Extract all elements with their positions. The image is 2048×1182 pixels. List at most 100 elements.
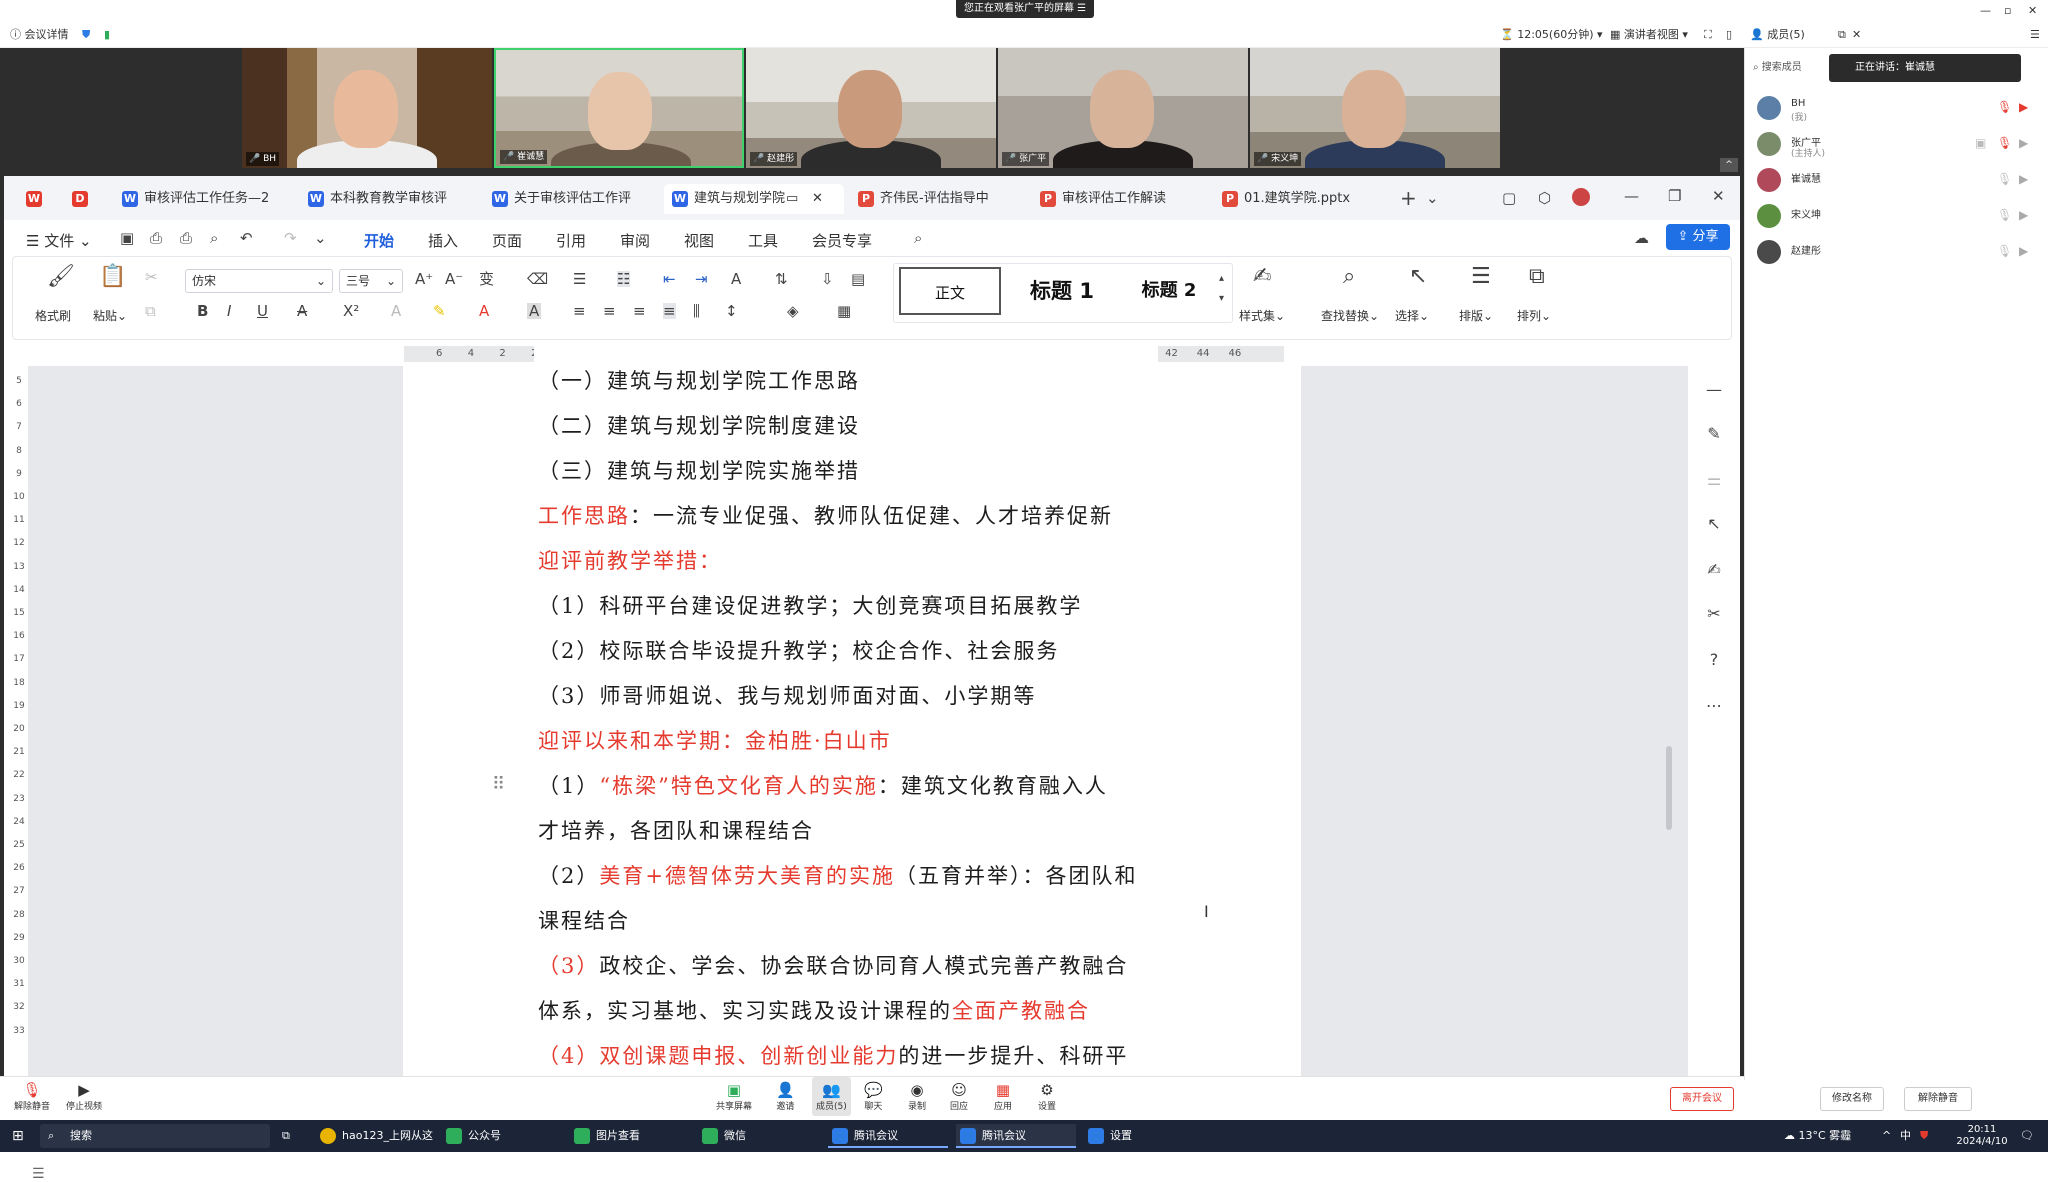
mic-muted-icon[interactable]: 🎙: [1997, 136, 2012, 150]
menu-page[interactable]: 页面: [492, 230, 522, 251]
share-screen-button[interactable]: ▣ 共享屏幕: [716, 1081, 752, 1112]
tools-icon[interactable]: ✂: [1704, 604, 1724, 624]
menu-review[interactable]: 审阅: [620, 230, 650, 251]
undo-icon[interactable]: ↶: [240, 230, 253, 246]
shrink-font-icon[interactable]: A⁻: [445, 271, 463, 287]
video-tile-zhaojiantong[interactable]: 🎤 赵建彤: [746, 48, 996, 168]
justify-icon[interactable]: ≡: [663, 303, 676, 319]
document-page[interactable]: （一）建筑与规划学院工作思路 （二）建筑与规划学院制度建设 （三）建筑与规划学院…: [403, 366, 1301, 1076]
select-cursor-icon[interactable]: ↖: [1409, 266, 1427, 288]
export-icon[interactable]: ⎙: [150, 230, 162, 246]
cut-icon[interactable]: ✂: [145, 269, 158, 285]
taskbar-app-tencent-meeting[interactable]: 腾讯会议: [828, 1124, 948, 1148]
menu-icon[interactable]: ☰: [2030, 28, 2040, 42]
member-item[interactable]: 崔诚慧 🎙 ▶: [1757, 164, 2037, 198]
video-tile-bh[interactable]: 🎤 BH: [242, 48, 492, 168]
more-icon[interactable]: ⋯: [1704, 696, 1724, 716]
mic-icon[interactable]: 🎙: [1997, 244, 2012, 258]
close-panel-icon[interactable]: ✕: [1852, 28, 1861, 42]
taskbar-app-chrome[interactable]: hao123_上网从这...: [316, 1124, 434, 1148]
border-icon[interactable]: ▦: [837, 303, 851, 319]
tab-doc-1[interactable]: W 审核评估工作任务—2: [114, 184, 290, 214]
chevron-down-icon[interactable]: ⌄: [1426, 190, 1439, 206]
task-view-icon[interactable]: ⧉: [282, 1124, 290, 1148]
save-icon[interactable]: ▣: [120, 230, 134, 246]
stop-video-button[interactable]: ▶ 停止视频: [66, 1081, 102, 1112]
record-button[interactable]: ◉ 录制: [908, 1081, 926, 1112]
paste-icon[interactable]: 📋: [99, 266, 126, 288]
camera-icon[interactable]: ▶: [2019, 208, 2028, 222]
signal-icon[interactable]: ▮: [104, 28, 110, 42]
tab-ppt-1[interactable]: P 齐伟民-评估指导中: [850, 184, 1006, 214]
taskbar-app-tencent-meeting-2[interactable]: 腾讯会议: [956, 1124, 1076, 1148]
camera-icon[interactable]: ▶: [2019, 244, 2028, 258]
nav-pane-icon[interactable]: ☰: [32, 1166, 45, 1182]
taskbar-search[interactable]: ⌕ 搜索: [40, 1124, 270, 1148]
member-item[interactable]: 赵建彤 🎙 ▶: [1757, 236, 2037, 270]
mic-icon[interactable]: 🎙: [1997, 208, 2012, 222]
pen-icon[interactable]: ✎: [1704, 424, 1724, 444]
bullet-list-icon[interactable]: ☰: [573, 271, 586, 287]
settings-button[interactable]: ⚙ 设置: [1038, 1081, 1056, 1112]
bold-icon[interactable]: B: [197, 303, 208, 319]
minimize-window-icon[interactable]: —: [1980, 4, 1991, 18]
file-menu[interactable]: ☰ 文件 ⌄: [26, 230, 92, 251]
find-replace-icon[interactable]: ⌕: [1343, 266, 1355, 288]
sidebar-toggle-icon[interactable]: ▯: [1726, 28, 1732, 42]
clear-format-icon[interactable]: ⌫: [527, 271, 548, 287]
strikethrough-icon[interactable]: A: [297, 303, 307, 319]
invite-button[interactable]: 👤 邀请: [776, 1081, 795, 1112]
close-icon[interactable]: ✕: [1712, 188, 1725, 204]
close-tab-icon[interactable]: ✕: [812, 184, 823, 214]
search-icon[interactable]: ⌕: [914, 230, 922, 246]
tab-ppt-3[interactable]: P 01.建筑学院.pptx: [1214, 184, 1384, 214]
align-right-icon[interactable]: ≡: [633, 303, 646, 319]
camera-icon[interactable]: ▶: [2019, 100, 2028, 114]
print-preview-icon[interactable]: ⌕: [210, 230, 218, 246]
shading-icon[interactable]: ◈: [787, 303, 799, 319]
reply-button[interactable]: ☺ 回应: [950, 1081, 968, 1112]
tab-doc-3[interactable]: W 关于审核评估工作评: [484, 184, 660, 214]
menu-home[interactable]: 开始: [364, 230, 395, 259]
cloud-icon[interactable]: ☁: [1634, 230, 1649, 246]
layout-button[interactable]: 排版⌄: [1459, 307, 1493, 324]
print-icon[interactable]: ⎙: [180, 230, 192, 246]
windows-start-icon[interactable]: ⊞: [12, 1124, 24, 1148]
notification-icon[interactable]: 🗨: [2020, 1124, 2034, 1148]
antivirus-icon[interactable]: ⛊: [1920, 1124, 1928, 1148]
style-normal[interactable]: 正文: [899, 267, 1001, 315]
collapse-icon[interactable]: —: [1704, 380, 1724, 400]
align-left-icon[interactable]: ≡: [573, 303, 586, 319]
pointer-icon[interactable]: ↖: [1704, 514, 1724, 534]
sort-icon[interactable]: ⇅: [775, 271, 788, 287]
format-painter-icon[interactable]: 🖌: [47, 266, 75, 288]
menu-member[interactable]: 会员专享: [812, 230, 872, 251]
select-button[interactable]: 选择⌄: [1395, 307, 1429, 324]
paragraph-icon[interactable]: ⇩: [821, 271, 834, 287]
mic-muted-icon[interactable]: 🎙: [1997, 100, 2012, 114]
drag-handle-icon[interactable]: ⠿: [492, 774, 505, 795]
taskbar-app-wechat-oa[interactable]: 公众号: [442, 1124, 562, 1148]
menu-reference[interactable]: 引用: [556, 230, 586, 251]
camera-icon[interactable]: ▶: [2019, 172, 2028, 186]
underline-icon[interactable]: U: [257, 303, 268, 319]
find-replace-button[interactable]: 查找替换⌄: [1321, 307, 1379, 324]
member-item[interactable]: 宋义坤 🎙 ▶: [1757, 200, 2037, 234]
italic-icon[interactable]: I: [227, 303, 231, 319]
rename-button[interactable]: 修改名称: [1820, 1087, 1884, 1111]
window-list-icon[interactable]: ▢: [1502, 190, 1516, 206]
fullscreen-icon[interactable]: ⛶: [1704, 28, 1712, 42]
style-heading-1[interactable]: 标题 1: [1009, 267, 1115, 315]
vertical-ruler[interactable]: 5 6 7 8 9 10 11 12 13 14 15 16 17 18 19 20 21 22 23 24 25 26 2…: [12, 366, 26, 1076]
wps-logo-icon[interactable]: W: [12, 184, 56, 214]
style-heading-2[interactable]: 标题 2: [1121, 267, 1217, 315]
share-button[interactable]: ⇪ 分享: [1666, 224, 1730, 250]
timer[interactable]: ⏳ 12:05(60分钟) ▾: [1500, 28, 1603, 42]
char-shading-icon[interactable]: A: [527, 303, 542, 319]
taskbar-app-photos[interactable]: 图片查看: [570, 1124, 690, 1148]
view-mode-dropdown[interactable]: ▦ 演讲者视图 ▾: [1610, 28, 1688, 42]
menu-tools[interactable]: 工具: [748, 230, 778, 251]
vertical-scrollbar[interactable]: [1666, 746, 1672, 830]
ime-indicator[interactable]: 中: [1900, 1124, 1911, 1148]
copy-icon[interactable]: ⧉: [145, 303, 156, 319]
